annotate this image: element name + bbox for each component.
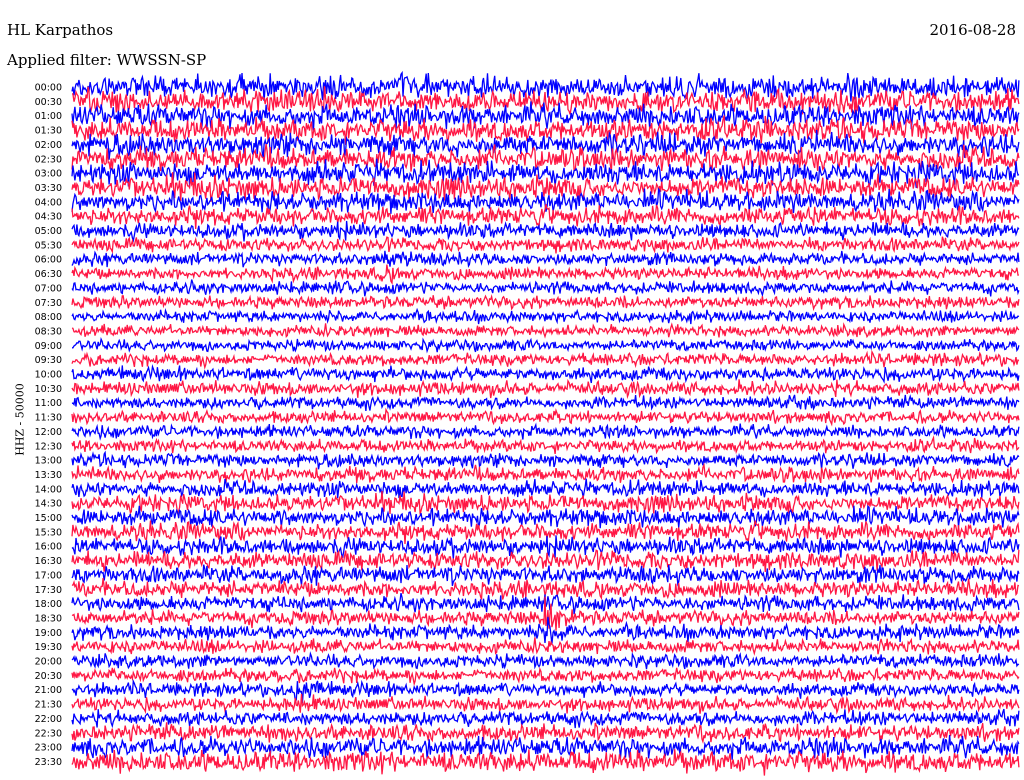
- row-time-label: 07:00: [35, 283, 62, 294]
- row-time-label: 05:00: [35, 226, 62, 237]
- trace-line-2300: [71, 734, 1020, 760]
- trace-line-2000: [71, 651, 1020, 670]
- row-time-label: 00:00: [35, 83, 62, 94]
- trace-line-1100: [71, 394, 1020, 412]
- trace-line-1000: [71, 364, 1020, 384]
- trace-line-1600: [71, 535, 1020, 559]
- trace-line-1030: [71, 378, 1020, 400]
- row-time-label: 10:30: [35, 384, 62, 395]
- trace-line-0600: [71, 250, 1020, 268]
- row-time-label: 03:30: [35, 183, 62, 194]
- trace-line-0900: [72, 337, 1020, 354]
- row-time-label: 22:00: [35, 714, 62, 725]
- row-time-label: 23:30: [35, 757, 62, 768]
- row-time-label: 16:00: [35, 542, 62, 553]
- trace-line-0630: [71, 264, 1020, 286]
- trace-line-2030: [71, 666, 1020, 687]
- row-time-label: 06:30: [35, 269, 62, 280]
- trace-line-2230: [71, 722, 1020, 744]
- row-time-label: 16:30: [35, 556, 62, 567]
- row-time-label: 04:30: [35, 212, 62, 223]
- trace-line-0530: [71, 236, 1020, 255]
- row-time-label: 19:30: [35, 642, 62, 653]
- trace-line-0830: [71, 322, 1020, 339]
- row-time-label: 21:00: [35, 685, 62, 696]
- row-time-label: 14:30: [35, 499, 62, 510]
- trace-line-1300: [71, 450, 1020, 470]
- row-time-label: 09:00: [35, 341, 62, 352]
- trace-line-0500: [71, 220, 1020, 244]
- trace-line-1400: [71, 478, 1020, 499]
- row-time-label: 04:00: [35, 197, 62, 208]
- row-time-label: 05:30: [35, 240, 62, 251]
- trace-line-2130: [71, 693, 1020, 715]
- trace-line-0330: [71, 172, 1020, 202]
- row-time-label: 21:30: [35, 700, 62, 711]
- row-time-label: 01:30: [35, 126, 62, 137]
- row-time-label: 02:00: [35, 140, 62, 151]
- trace-line-0100: [71, 101, 1020, 131]
- row-time-label: 09:30: [35, 355, 62, 366]
- row-time-label: 07:30: [35, 298, 62, 309]
- trace-line-1330: [71, 462, 1020, 484]
- seismic-traces: [71, 70, 1020, 776]
- row-time-label: 19:00: [35, 628, 62, 639]
- time-tick-labels: 00:00 00:30 01:00 01:30 02:00 02:30 03:00 03:30…: [35, 83, 62, 768]
- row-time-label: 23:00: [35, 743, 62, 754]
- row-time-label: 14:00: [35, 484, 62, 495]
- row-time-label: 17:30: [35, 585, 62, 596]
- row-time-label: 18:00: [35, 599, 62, 610]
- row-time-label: 12:30: [35, 441, 62, 452]
- row-time-label: 17:00: [35, 570, 62, 581]
- row-time-label: 20:30: [35, 671, 62, 682]
- trace-line-1500: [71, 504, 1020, 529]
- trace-line-0930: [71, 349, 1020, 370]
- trace-line-0700: [71, 279, 1020, 298]
- row-time-label: 00:30: [35, 97, 62, 108]
- row-time-label: 10:00: [35, 370, 62, 381]
- row-time-label: 11:00: [35, 398, 62, 409]
- row-time-label: 08:30: [35, 326, 62, 337]
- row-time-label: 01:00: [35, 111, 62, 122]
- row-time-label: 18:30: [35, 613, 62, 624]
- row-time-label: 11:30: [35, 413, 62, 424]
- trace-line-1200: [71, 422, 1020, 441]
- row-time-label: 13:30: [35, 470, 62, 481]
- row-time-label: 06:00: [35, 255, 62, 266]
- row-time-label: 08:00: [35, 312, 62, 323]
- row-time-label: 15:30: [35, 527, 62, 538]
- row-time-label: 22:30: [35, 728, 62, 739]
- trace-line-1230: [71, 435, 1020, 455]
- trace-line-0800: [71, 307, 1020, 325]
- trace-line-1630: [71, 549, 1020, 572]
- row-time-label: 02:30: [35, 154, 62, 165]
- row-time-label: 20:00: [35, 657, 62, 668]
- trace-line-2200: [71, 708, 1020, 729]
- trace-line-1130: [71, 407, 1020, 427]
- row-time-label: 13:00: [35, 456, 62, 467]
- row-time-label: 15:00: [35, 513, 62, 524]
- row-time-label: 03:00: [35, 169, 62, 180]
- row-time-label: 12:00: [35, 427, 62, 438]
- helicorder-plot: 00:00 00:30 01:00 01:30 02:00 02:30 03:00 03:30…: [35, 70, 1020, 776]
- trace-line-0730: [71, 294, 1020, 312]
